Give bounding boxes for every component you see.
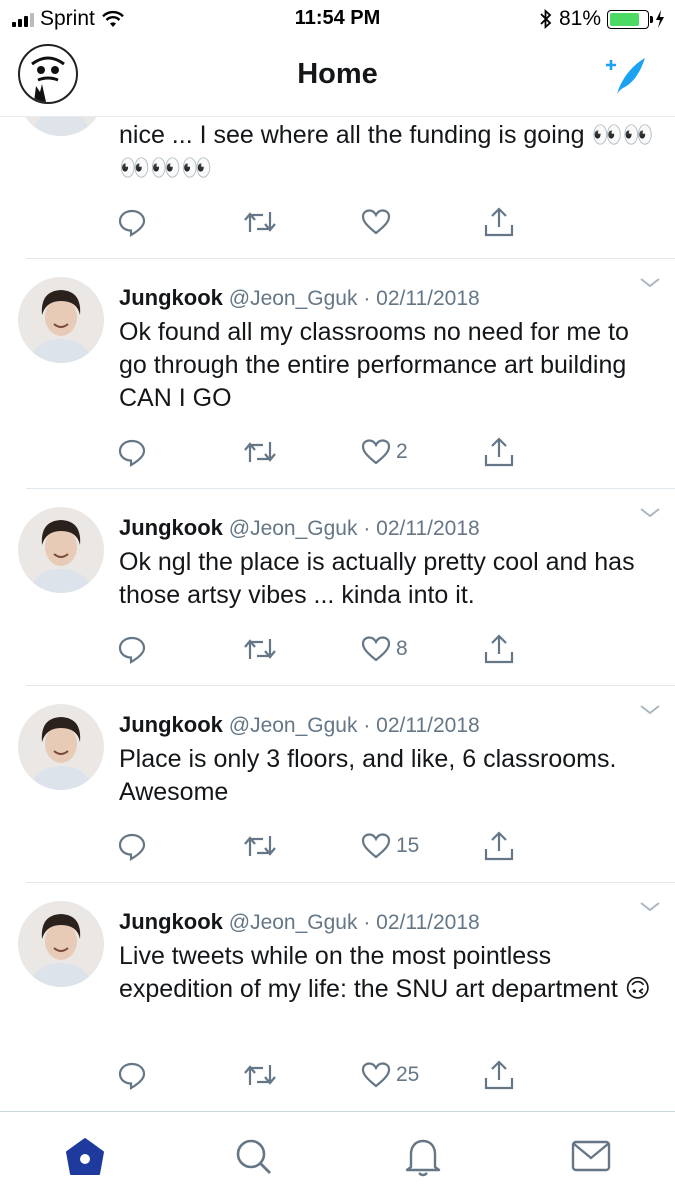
home-icon	[66, 1138, 104, 1175]
retweet-button[interactable]	[242, 1055, 278, 1095]
share-icon	[484, 437, 514, 467]
author-name[interactable]: Jungkook	[119, 909, 223, 934]
reply-button[interactable]	[116, 629, 148, 669]
share-button[interactable]	[482, 629, 516, 669]
retweet-button[interactable]	[242, 432, 278, 472]
reply-button[interactable]	[116, 826, 148, 866]
tweet-text: Ok found all my classrooms no need for m…	[119, 318, 629, 412]
heart-icon	[361, 439, 391, 465]
author-name[interactable]: Jungkook	[119, 285, 223, 310]
reply-icon	[118, 209, 146, 237]
reply-icon	[118, 439, 146, 467]
retweet-icon	[244, 442, 276, 462]
page-title: Home	[297, 58, 378, 90]
tweet-text: Ok ngl the place is actually pretty cool…	[119, 548, 635, 609]
tweet-text: Place is only 3 floors, and like, 6 clas…	[119, 745, 617, 806]
like-count: 15	[396, 834, 420, 857]
heart-icon	[361, 1062, 391, 1088]
tab-notifications[interactable]	[399, 1132, 447, 1180]
avatar[interactable]	[18, 507, 104, 593]
battery-percent: 81%	[558, 7, 601, 30]
compose-quill-icon[interactable]	[601, 54, 649, 96]
tweet[interactable]: Jungkook @Jeon_Gguk · 02/11/2018 Live tw…	[0, 883, 675, 1111]
search-icon	[236, 1139, 271, 1174]
share-icon	[484, 634, 514, 664]
tweet-date: · 02/11/2018	[363, 714, 480, 737]
tweet[interactable]: Jungkook @Jeon_Gguk · 02/11/2018 Ok ngl …	[0, 489, 675, 686]
chevron-down-icon[interactable]	[639, 507, 661, 519]
tweet-date: · 02/11/2018	[363, 911, 480, 934]
author-handle[interactable]: @Jeon_Gguk	[229, 714, 358, 737]
reply-icon	[118, 833, 146, 861]
like-button[interactable]: 15	[360, 826, 419, 866]
share-icon	[484, 207, 514, 237]
retweet-button[interactable]	[242, 202, 278, 242]
retweet-icon	[244, 836, 276, 856]
reply-button[interactable]	[116, 202, 148, 242]
messages-envelope-icon	[571, 1140, 611, 1172]
like-button[interactable]: 25	[360, 1055, 419, 1095]
author-name[interactable]: Jungkook	[119, 515, 223, 540]
share-icon	[484, 831, 514, 861]
author-handle[interactable]: @Jeon_Gguk	[229, 287, 358, 310]
tweet-date: · 02/11/2018	[363, 287, 480, 310]
tab-home[interactable]	[61, 1132, 109, 1180]
bluetooth-icon	[540, 9, 552, 29]
tweet-actions: 2	[0, 432, 675, 472]
tab-bar	[0, 1111, 675, 1201]
retweet-icon	[244, 212, 276, 232]
like-count: 2	[396, 440, 408, 463]
nav-header: Home	[0, 38, 675, 117]
retweet-button[interactable]	[242, 826, 278, 866]
tweet[interactable]: Jungkook @Jeon_Gguk · 02/11/2018 Ok foun…	[0, 259, 675, 489]
retweet-icon	[244, 1065, 276, 1085]
avatar[interactable]	[18, 901, 104, 987]
author-name[interactable]: Jungkook	[119, 712, 223, 737]
reply-icon	[118, 1062, 146, 1090]
tweet-actions: 8	[0, 629, 675, 669]
like-count: 25	[396, 1063, 420, 1086]
charging-bolt-icon	[656, 10, 664, 28]
like-button[interactable]	[360, 202, 392, 242]
timeline[interactable]: nice ... I see where all the funding is …	[0, 38, 675, 1111]
tweet-actions	[0, 202, 675, 242]
share-icon	[484, 1060, 514, 1090]
reply-button[interactable]	[116, 1055, 148, 1095]
tab-search[interactable]	[229, 1132, 277, 1180]
chevron-down-icon[interactable]	[639, 277, 661, 289]
status-bar: Sprint 11:54 PM 81%	[0, 0, 675, 38]
avatar[interactable]	[18, 277, 104, 363]
tweet-date: · 02/11/2018	[363, 517, 480, 540]
reply-icon	[118, 636, 146, 664]
author-handle[interactable]: @Jeon_Gguk	[229, 517, 358, 540]
like-button[interactable]: 8	[360, 629, 408, 669]
chevron-down-icon[interactable]	[639, 704, 661, 716]
battery-icon	[607, 9, 653, 29]
tweet-actions: 25	[0, 1055, 675, 1095]
tweet-text: nice ... I see where all the funding is …	[119, 121, 654, 182]
heart-icon	[361, 833, 391, 859]
heart-icon	[361, 209, 391, 235]
retweet-icon	[244, 639, 276, 659]
tweet-text: Live tweets while on the most pointless …	[119, 942, 651, 1003]
retweet-button[interactable]	[242, 629, 278, 669]
like-button[interactable]: 2	[360, 432, 408, 472]
tab-messages[interactable]	[567, 1132, 615, 1180]
heart-icon	[361, 636, 391, 662]
share-button[interactable]	[482, 826, 516, 866]
like-count: 8	[396, 637, 408, 660]
avatar[interactable]	[18, 704, 104, 790]
share-button[interactable]	[482, 202, 516, 242]
tweet-actions: 15	[0, 826, 675, 866]
share-button[interactable]	[482, 1055, 516, 1095]
tweet[interactable]: Jungkook @Jeon_Gguk · 02/11/2018 Place i…	[0, 686, 675, 883]
reply-button[interactable]	[116, 432, 148, 472]
notifications-bell-icon	[405, 1139, 441, 1177]
share-button[interactable]	[482, 432, 516, 472]
author-handle[interactable]: @Jeon_Gguk	[229, 911, 358, 934]
chevron-down-icon[interactable]	[639, 901, 661, 913]
